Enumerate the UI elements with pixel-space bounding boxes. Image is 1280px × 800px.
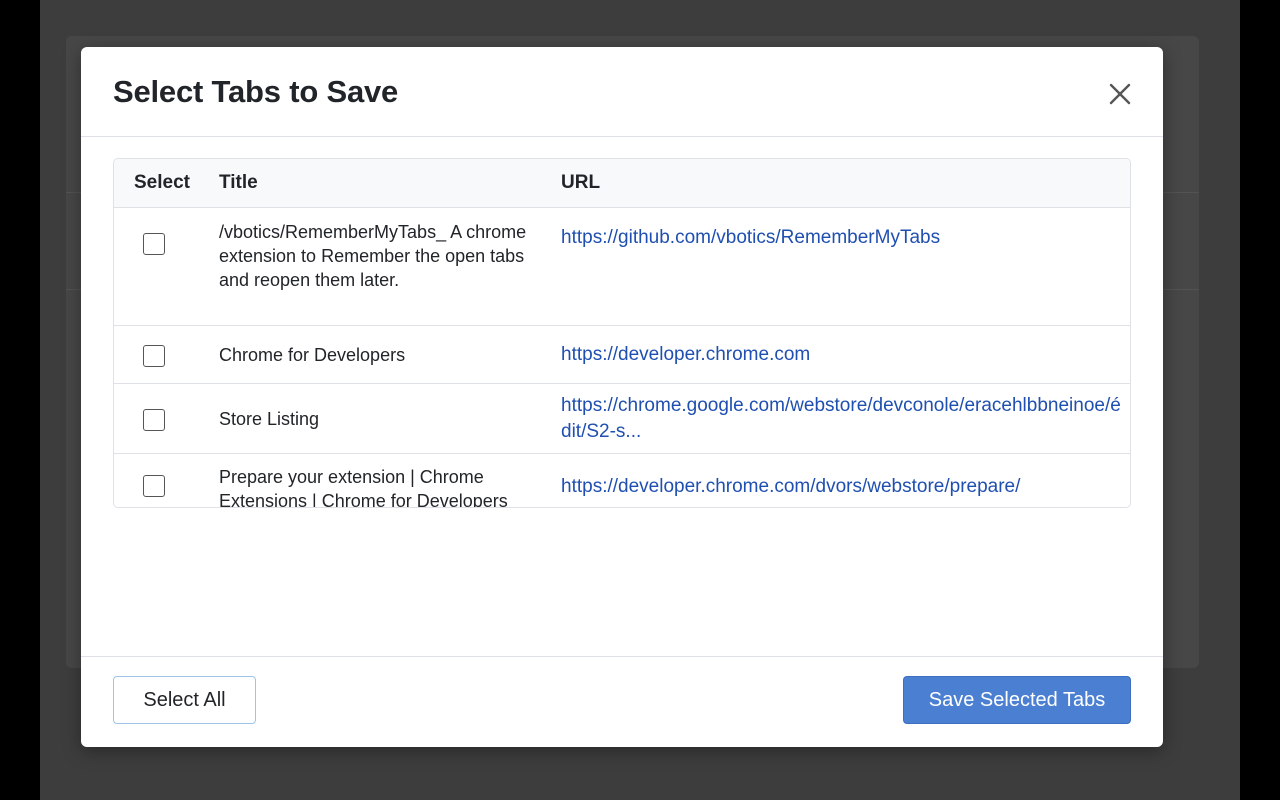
select-cell <box>114 325 214 384</box>
close-button[interactable] <box>1103 77 1137 111</box>
table-header-row: Select Title URL <box>114 159 1130 208</box>
tab-checkbox[interactable] <box>143 408 165 431</box>
select-all-button[interactable]: Select All <box>113 676 256 724</box>
table-row: /vbotics/RememberMyTabs_ A chrome extens… <box>114 207 1130 326</box>
column-header-select: Select <box>114 159 214 208</box>
tab-title: Chrome for Developers <box>214 325 561 384</box>
dialog-title: Select Tabs to Save <box>113 74 399 109</box>
table-row: Prepare your extension | Chrome Extensio… <box>114 454 1130 508</box>
tab-title: /vbotics/RememberMyTabs_ A chrome extens… <box>214 207 561 326</box>
url-cell: https://developer.chrome.com/dvors/webst… <box>561 454 1130 508</box>
column-header-url: URL <box>561 159 1130 208</box>
save-selected-tabs-button[interactable]: Save Selected Tabs <box>903 676 1131 724</box>
tab-checkbox[interactable] <box>143 233 165 256</box>
select-cell <box>114 383 214 454</box>
tab-checkbox[interactable] <box>143 475 165 498</box>
select-cell <box>114 207 214 326</box>
select-cell <box>114 454 214 508</box>
dialog-footer: Select All Save Selected Tabs <box>81 656 1163 748</box>
tab-title: Prepare your extension | Chrome Extensio… <box>219 467 508 508</box>
tab-url-link[interactable]: https://developer.chrome.com/dvors/webst… <box>561 476 1020 497</box>
page-backdrop: Select Tabs to Save Select Title URL /vb… <box>40 0 1240 800</box>
url-cell: https://chrome.google.com/webstore/devco… <box>561 383 1130 454</box>
tab-checkbox[interactable] <box>143 344 165 367</box>
tabs-table: Select Title URL /vbotics/RememberMyTabs… <box>113 158 1131 508</box>
table-row: Chrome for Developers https://developer.… <box>114 325 1130 384</box>
close-icon <box>1103 77 1137 111</box>
dialog-header: Select Tabs to Save <box>81 47 1163 137</box>
select-tabs-dialog: Select Tabs to Save Select Title URL /vb… <box>81 47 1163 747</box>
url-cell: https://developer.chrome.com <box>561 325 1130 384</box>
table-row: Store Listing https://chrome.google.com/… <box>114 383 1130 454</box>
url-cell: https://github.com/vbotics/RememberMyTab… <box>561 207 1130 326</box>
tab-url-link[interactable]: https://github.com/vbotics/RememberMyTab… <box>561 227 940 248</box>
column-header-title: Title <box>214 159 561 208</box>
tab-url-link[interactable]: https://developer.chrome.com <box>561 344 810 365</box>
tab-title: Store Listing <box>214 383 561 454</box>
tab-url-link[interactable]: https://chrome.google.com/webstore/devco… <box>561 395 1121 442</box>
